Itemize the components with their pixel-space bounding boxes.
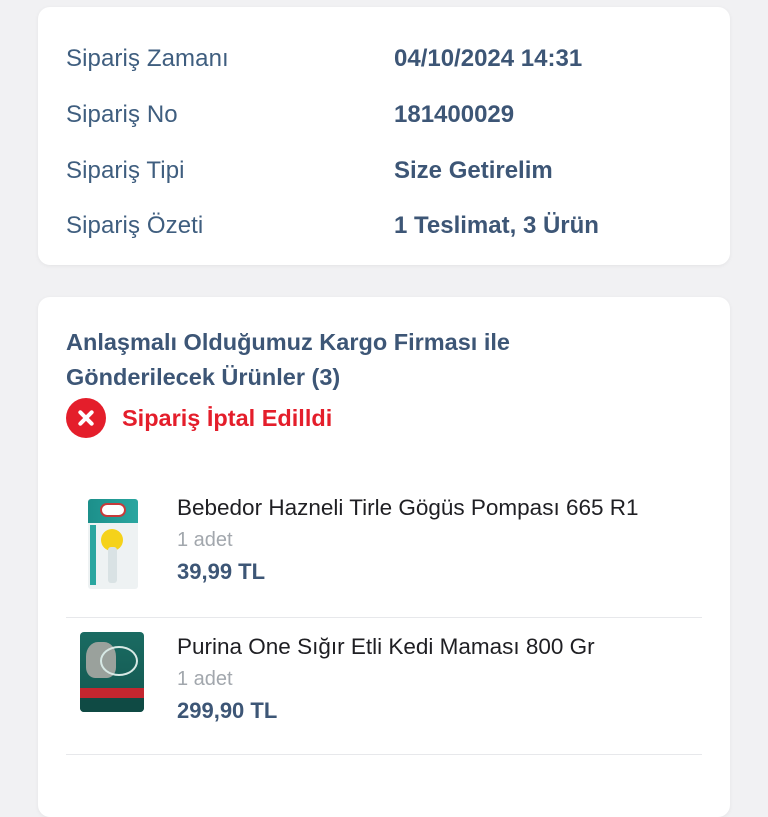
shipment-title: Anlaşmalı Olduğumuz Kargo Firması ile Gö… [66,329,510,390]
product-name[interactable]: Bebedor Hazneli Tirle Gögüs Pompası 665 … [177,495,639,521]
order-number-value: 181400029 [394,101,515,128]
order-type-label: Sipariş Tipi [66,157,185,184]
product-divider [66,754,702,755]
product-quantity: 1 adet [177,668,233,690]
cat-food-product-image[interactable] [80,632,144,712]
order-status: Sipariş İptal Edilldi [66,398,332,438]
order-time-value: 04/10/2024 14:31 [394,45,583,72]
shipment-card: Anlaşmalı Olduğumuz Kargo Firması ile Gö… [38,297,730,817]
order-time-label: Sipariş Zamanı [66,45,229,72]
cancel-x-icon [66,398,106,438]
product-item[interactable]: Bebedor Hazneli Tirle Gögüs Pompası 665 … [66,479,702,617]
product-price: 299,90 TL [177,698,278,723]
order-number-row: Sipariş No 181400029 [66,95,710,135]
product-name[interactable]: Purina One Sığır Etli Kedi Maması 800 Gr [177,634,595,660]
order-number-label: Sipariş No [66,101,178,128]
product-quantity: 1 adet [177,529,233,551]
order-summary-value: 1 Teslimat, 3 Ürün [394,212,599,239]
order-type-row: Sipariş Tipi Size Getirelim [66,151,710,191]
order-summary-label: Sipariş Özeti [66,212,204,239]
order-summary-row: Sipariş Özeti 1 Teslimat, 3 Ürün [66,206,710,246]
product-price: 39,99 TL [177,559,266,584]
order-status-text: Sipariş İptal Edilldi [122,404,333,431]
breast-pump-product-image[interactable] [88,499,138,589]
order-info-card: Sipariş Zamanı 04/10/2024 14:31 Sipariş … [38,7,730,265]
order-time-row: Sipariş Zamanı 04/10/2024 14:31 [66,39,710,79]
order-type-value: Size Getirelim [394,157,553,184]
product-item[interactable]: Purina One Sığır Etli Kedi Maması 800 Gr… [66,617,702,756]
